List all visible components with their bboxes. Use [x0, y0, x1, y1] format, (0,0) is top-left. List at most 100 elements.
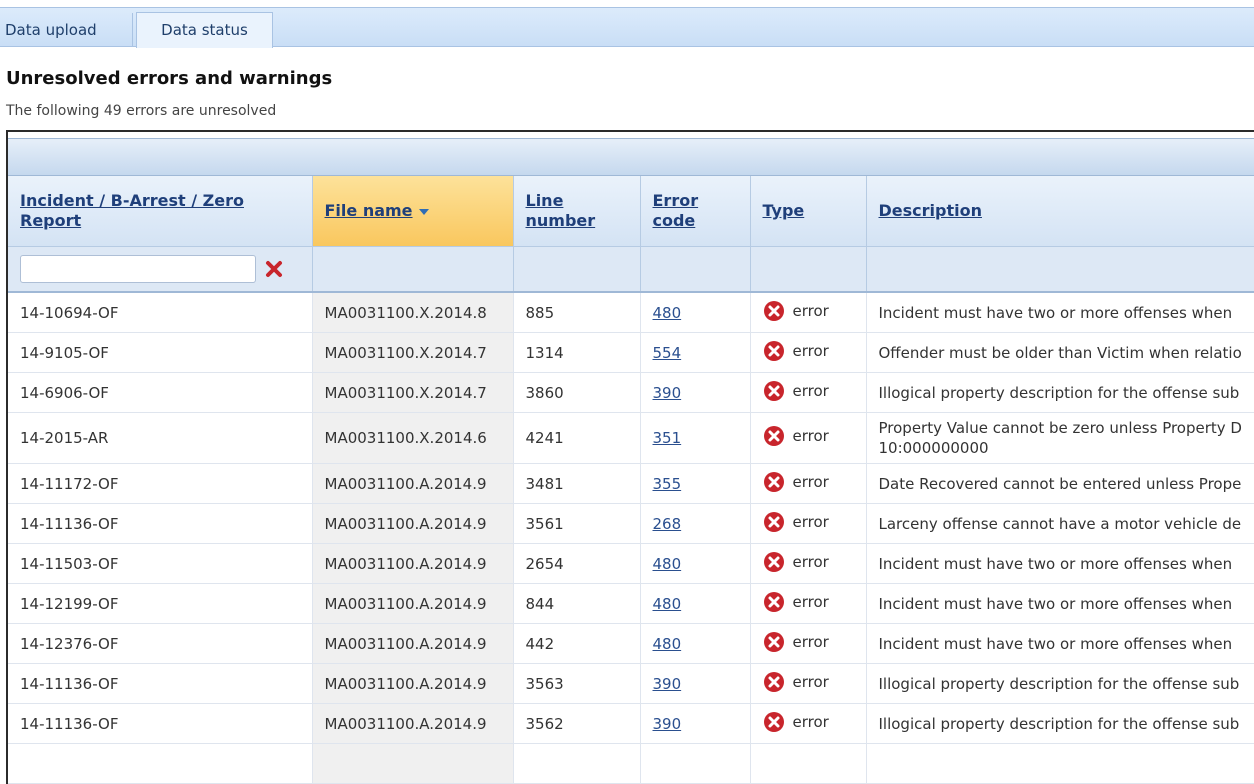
incident-filter-input[interactable] — [20, 255, 256, 283]
error-circle-x-icon — [763, 511, 784, 532]
type-cell: error — [750, 332, 867, 373]
error-code-cell: 480 — [640, 623, 751, 664]
page-title: Unresolved errors and warnings — [6, 68, 333, 89]
error-code-link[interactable]: 480 — [653, 595, 682, 613]
tab-data-upload[interactable]: Data upload — [0, 13, 133, 47]
table-row[interactable]: 14-2015-AR MA0031100.X.2014.6 4241 351 error… — [8, 412, 1254, 464]
incident-cell: 14-11503-OF — [8, 543, 313, 584]
description-cell: Offender must be older than Victim when … — [866, 332, 1254, 373]
table-row[interactable] — [8, 743, 1254, 784]
column-header-type[interactable]: Type — [750, 176, 867, 247]
incident-cell: 14-6906-OF — [8, 372, 313, 413]
type-cell: error — [750, 543, 867, 584]
column-header-error-code[interactable]: Error code — [640, 176, 751, 247]
error-circle-x-icon — [763, 426, 784, 446]
table-row[interactable]: 14-11172-OF MA0031100.A.2014.9 3481 355 erro… — [8, 463, 1254, 504]
file-name-cell: MA0031100.X.2014.7 — [312, 332, 514, 373]
description-cell: Date Recovered cannot be entered unless … — [866, 463, 1254, 504]
type-cell: error — [750, 412, 867, 464]
table-row[interactable]: 14-12199-OF MA0031100.A.2014.9 844 480 error… — [8, 583, 1254, 624]
column-header-description[interactable]: Description — [866, 176, 1254, 247]
file-name-cell: MA0031100.A.2014.9 — [312, 463, 514, 504]
column-header-incident[interactable]: Incident / B-Arrest / Zero Report — [8, 176, 313, 247]
type-label: error — [792, 672, 829, 691]
type-cell: error — [750, 663, 867, 704]
type-label: error — [792, 301, 829, 320]
column-header-file-name[interactable]: File name — [312, 176, 514, 247]
error-circle-x-icon — [763, 551, 784, 572]
description-cell: Incident must have two or more offenses … — [866, 543, 1254, 584]
type-label: error — [792, 472, 829, 491]
table-row[interactable]: 14-11136-OF MA0031100.A.2014.9 3561 268 erro… — [8, 503, 1254, 544]
error-code-cell: 355 — [640, 463, 751, 504]
error-code-link[interactable]: 390 — [653, 715, 682, 733]
file-name-cell: MA0031100.A.2014.9 — [312, 503, 514, 544]
error-code-link[interactable]: 355 — [653, 475, 682, 493]
type-label: error — [792, 427, 829, 445]
error-type: error — [763, 511, 829, 533]
error-type: error — [763, 551, 829, 573]
error-circle-x-icon — [763, 471, 784, 492]
line-number-cell — [513, 743, 641, 784]
error-code-link[interactable]: 390 — [653, 384, 682, 402]
type-label: error — [792, 592, 829, 611]
error-code-cell: 390 — [640, 372, 751, 413]
column-header-line-number[interactable]: Line number — [513, 176, 641, 247]
line-number-cell: 3562 — [513, 703, 641, 744]
line-number-cell: 4241 — [513, 412, 641, 464]
table-row[interactable]: 14-11136-OF MA0031100.A.2014.9 3562 390 erro… — [8, 703, 1254, 744]
table-row[interactable]: 14-11136-OF MA0031100.A.2014.9 3563 390 erro… — [8, 663, 1254, 704]
type-cell: error — [750, 623, 867, 664]
table-body: 14-10694-OF MA0031100.X.2014.8 885 480 error… — [8, 292, 1254, 784]
description-cell: Property Value cannot be zero unless Pro… — [866, 412, 1254, 464]
incident-cell: 14-12199-OF — [8, 583, 313, 624]
file-name-cell: MA0031100.X.2014.6 — [312, 412, 514, 464]
description-cell: Incident must have two or more offenses … — [866, 583, 1254, 624]
error-circle-x-icon — [763, 671, 784, 692]
type-cell: error — [750, 372, 867, 413]
error-code-link[interactable]: 480 — [653, 635, 682, 653]
description-cell: Larceny offense cannot have a motor vehi… — [866, 503, 1254, 544]
line-number-cell: 1314 — [513, 332, 641, 373]
column-header-label: File name — [324, 201, 413, 220]
tab-bar: Data upload Data status — [0, 7, 1254, 48]
error-code-link[interactable]: 390 — [653, 675, 682, 693]
error-code-link[interactable]: 480 — [653, 555, 682, 573]
page-subtitle: The following 49 errors are unresolved — [6, 103, 277, 119]
type-cell: error — [750, 583, 867, 624]
file-name-cell: MA0031100.X.2014.7 — [312, 372, 514, 413]
description-cell: Illogical property description for the o… — [866, 372, 1254, 413]
group-panel — [8, 138, 1254, 176]
error-code-cell: 351 — [640, 412, 751, 464]
error-code-link[interactable]: 268 — [653, 515, 682, 533]
red-x-icon[interactable] — [265, 260, 283, 278]
table-row[interactable]: 14-9105-OF MA0031100.X.2014.7 1314 554 error… — [8, 332, 1254, 373]
type-label: error — [792, 632, 829, 651]
line-number-cell: 3561 — [513, 503, 641, 544]
table-row[interactable]: 14-10694-OF MA0031100.X.2014.8 885 480 error… — [8, 292, 1254, 333]
table-row[interactable]: 14-11503-OF MA0031100.A.2014.9 2654 480 erro… — [8, 543, 1254, 584]
file-name-cell — [312, 743, 514, 784]
error-type: error — [763, 671, 829, 693]
filter-cell — [640, 246, 751, 293]
error-code-cell: 390 — [640, 703, 751, 744]
type-label: error — [792, 712, 829, 731]
tab-data-status[interactable]: Data status — [136, 12, 273, 48]
error-type: error — [763, 591, 829, 613]
line-number-cell: 844 — [513, 583, 641, 624]
error-code-link[interactable]: 351 — [653, 429, 682, 447]
error-code-link[interactable]: 554 — [653, 344, 682, 362]
incident-cell: 14-11136-OF — [8, 703, 313, 744]
file-name-cell: MA0031100.A.2014.9 — [312, 583, 514, 624]
errors-grid: Incident / B-Arrest / Zero Report File n… — [6, 130, 1254, 784]
line-number-cell: 2654 — [513, 543, 641, 584]
error-circle-x-icon — [763, 340, 784, 361]
table-row[interactable]: 14-12376-OF MA0031100.A.2014.9 442 480 error… — [8, 623, 1254, 664]
error-code-cell: 480 — [640, 583, 751, 624]
table-row[interactable]: 14-6906-OF MA0031100.X.2014.7 3860 390 error… — [8, 372, 1254, 413]
sort-down-arrow-icon — [418, 208, 429, 215]
error-code-link[interactable]: 480 — [653, 304, 682, 322]
filter-cell — [312, 246, 514, 293]
line-number-cell: 885 — [513, 292, 641, 333]
error-circle-x-icon — [763, 591, 784, 612]
